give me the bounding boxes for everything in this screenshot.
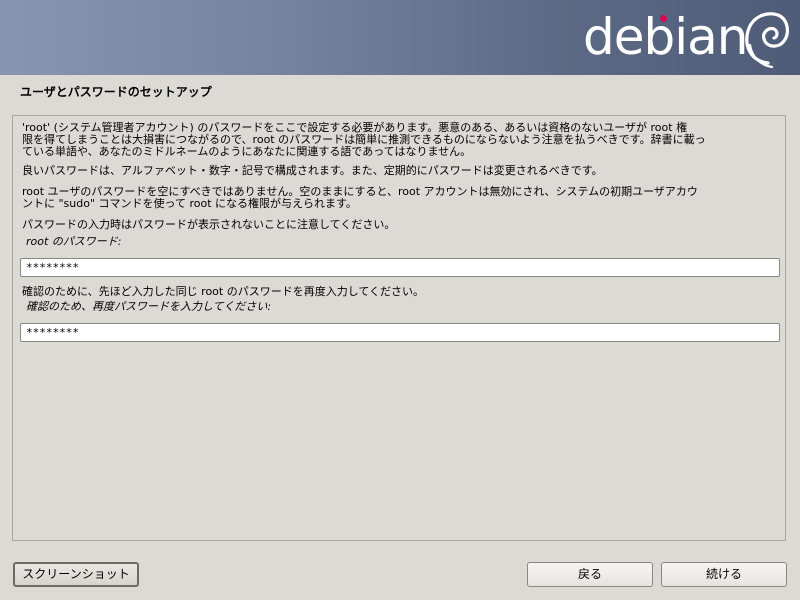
debian-swirl-icon	[745, 12, 789, 69]
empty-root-note: root ユーザのパスワードを空にすべきではありません。空のままにすると、roo…	[22, 185, 698, 210]
debian-banner: debian	[0, 0, 800, 75]
hidden-input-note: パスワードの入力時はパスワードが表示されないことに注意してください。	[22, 218, 396, 231]
continue-button[interactable]: 続ける	[661, 562, 787, 587]
root-password-field[interactable]: ********	[20, 258, 780, 277]
installer-window: debian ユーザとパスワードのセットアップ 'root' (システム管理者ア…	[0, 0, 800, 600]
back-button[interactable]: 戻る	[527, 562, 653, 587]
root-password-label: root のパスワード:	[26, 235, 122, 248]
screenshot-button[interactable]: スクリーンショット	[13, 562, 139, 587]
password-quality-hint: 良いパスワードは、アルファベット・数字・記号で構成されます。また、定期的にパスワ…	[22, 164, 603, 177]
confirm-password-field[interactable]: ********	[20, 323, 780, 342]
page-title: ユーザとパスワードのセットアップ	[20, 85, 212, 99]
debian-logo-dot	[660, 15, 667, 22]
root-password-description: 'root' (システム管理者アカウント) のパスワードをここで設定する必要があ…	[22, 121, 706, 158]
confirm-description: 確認のために、先ほど入力した同じ root のパスワードを再度入力してください。	[22, 285, 425, 298]
confirm-password-label: 確認のため、再度パスワードを入力してください:	[26, 300, 272, 313]
